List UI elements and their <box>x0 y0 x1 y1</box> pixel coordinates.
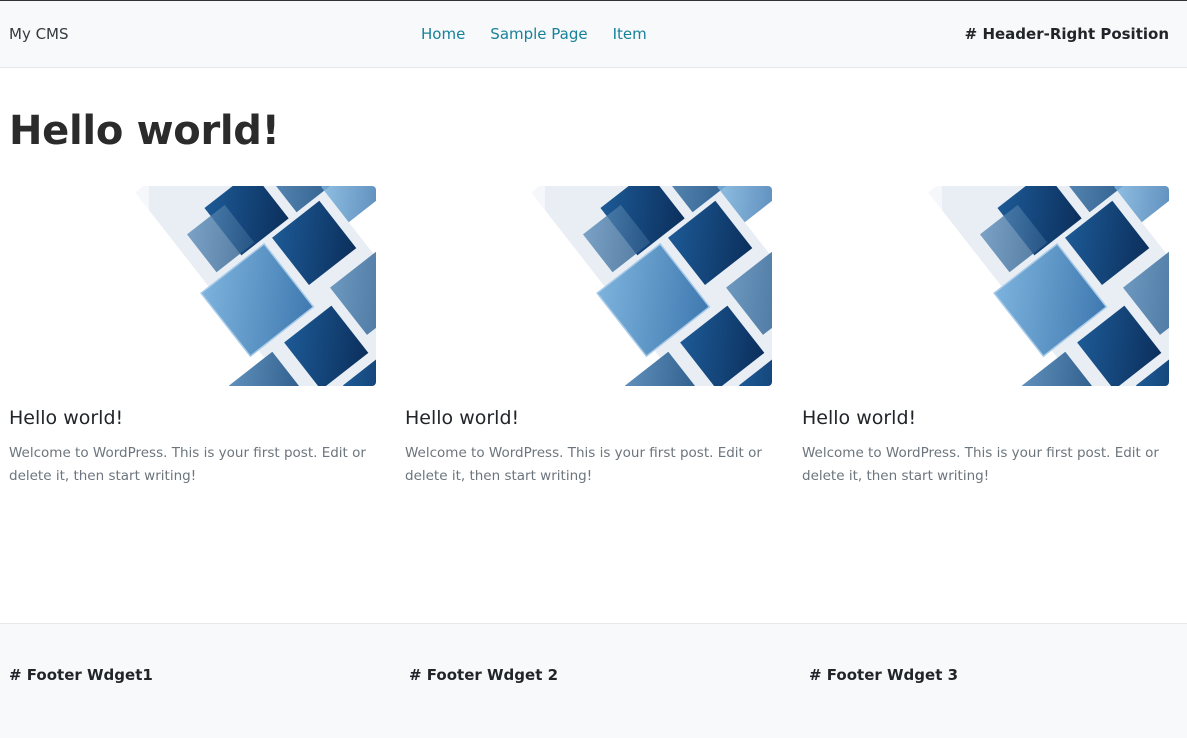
post-card: Hello world! Welcome to WordPress. This … <box>405 186 772 488</box>
post-thumbnail-image[interactable] <box>9 186 376 386</box>
nav-link-item[interactable]: Item <box>613 25 647 43</box>
header-right-widget: # Header-Right Position <box>964 25 1169 43</box>
site-brand-link[interactable]: My CMS <box>9 25 69 43</box>
footer: # Footer Wdget1 # Footer Wdget 2 # Foote… <box>0 623 1187 738</box>
post-title-link[interactable]: Hello world! <box>802 406 1169 430</box>
post-excerpt: Welcome to WordPress. This is your first… <box>802 445 1159 484</box>
footer-widget-2: # Footer Wdget 2 <box>409 666 559 684</box>
footer-widget-1: # Footer Wdget1 <box>9 666 153 684</box>
primary-nav: Home Sample Page Item <box>421 25 647 43</box>
page-title: Hello world! <box>9 108 280 154</box>
post-card: Hello world! Welcome to WordPress. This … <box>9 186 376 488</box>
navbar: My CMS Home Sample Page Item # Header-Ri… <box>0 1 1187 68</box>
post-title-link[interactable]: Hello world! <box>9 406 376 430</box>
post-excerpt: Welcome to WordPress. This is your first… <box>405 445 762 484</box>
post-thumbnail-image[interactable] <box>802 186 1169 386</box>
footer-widget-3: # Footer Wdget 3 <box>809 666 959 684</box>
post-thumbnail-image[interactable] <box>405 186 772 386</box>
post-title-link[interactable]: Hello world! <box>405 406 772 430</box>
post-card: Hello world! Welcome to WordPress. This … <box>802 186 1169 488</box>
nav-link-home[interactable]: Home <box>421 25 465 43</box>
nav-link-sample-page[interactable]: Sample Page <box>490 25 587 43</box>
post-excerpt: Welcome to WordPress. This is your first… <box>9 445 366 484</box>
